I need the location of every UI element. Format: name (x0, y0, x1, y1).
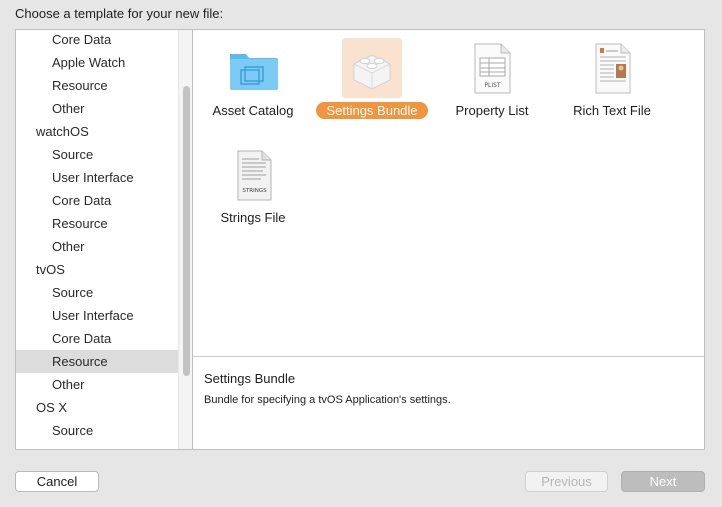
template-settings-bundle[interactable]: Settings Bundle (312, 34, 432, 130)
sidebar-item-label: Other (52, 239, 85, 254)
template-property-list[interactable]: PLIST Property List (432, 34, 552, 130)
sidebar-item-other[interactable]: Other (16, 97, 178, 120)
sidebar-item-label: Source (52, 423, 94, 438)
settings-bundle-lego-icon (342, 38, 402, 98)
plist-document-icon: PLIST (462, 38, 522, 98)
sidebar-item-label: Source (52, 147, 94, 162)
template-label: Strings File (220, 210, 286, 225)
dialog-prompt: Choose a template for your new file: (15, 6, 224, 21)
template-asset-catalog[interactable]: Asset Catalog (193, 34, 313, 130)
sidebar-item-label: User Interface (52, 308, 134, 323)
template-category-sidebar[interactable]: Core Data Apple Watch Resource Other watchOS… (15, 29, 192, 450)
sidebar-item-label: User Interface (52, 170, 134, 185)
sidebar-item-label: watchOS (36, 124, 89, 139)
sidebar-item-label: Other (52, 101, 85, 116)
sidebar-item-source[interactable]: Source (16, 143, 178, 166)
sidebar-section-os-x[interactable]: OS X (16, 396, 178, 419)
strings-icon-text: STRINGS (242, 188, 267, 194)
sidebar-item-core-data[interactable]: Core Data (16, 189, 178, 212)
sidebar-item-label: Core Data (52, 32, 112, 47)
sidebar-section-tvos[interactable]: tvOS (16, 258, 178, 281)
description-divider (193, 356, 704, 357)
template-label: Settings Bundle (312, 102, 432, 120)
category-list: Core Data Apple Watch Resource Other watchOS… (16, 30, 178, 442)
sidebar-item-label: Core Data (52, 331, 112, 346)
strings-document-icon: STRINGS (223, 145, 283, 205)
template-label: Asset Catalog (212, 103, 294, 118)
cancel-button[interactable]: Cancel (15, 471, 99, 492)
sidebar-item-label: Source (52, 285, 94, 300)
rich-text-document-icon (582, 38, 642, 98)
sidebar-item-apple-watch[interactable]: Apple Watch (16, 51, 178, 74)
sidebar-item-label: Resource (52, 354, 108, 369)
template-label: Property List (455, 103, 529, 118)
sidebar-item-label: Apple Watch (52, 55, 126, 70)
sidebar-item-label: OS X (36, 400, 68, 415)
sidebar-item-label: Resource (52, 216, 108, 231)
sidebar-item-other[interactable]: Other (16, 373, 178, 396)
sidebar-scrollbar-thumb[interactable] (183, 86, 190, 376)
next-button[interactable]: Next (621, 471, 705, 492)
sidebar-item-label: Resource (52, 78, 108, 93)
description-body: Bundle for specifying a tvOS Application… (204, 394, 451, 406)
sidebar-item-resource[interactable]: Resource (16, 74, 178, 97)
sidebar-item-source[interactable]: Source (16, 281, 178, 304)
plist-icon-text: PLIST (484, 82, 501, 89)
sidebar-item-core-data[interactable]: Core Data (16, 327, 178, 350)
sidebar-item-user-interface[interactable]: User Interface (16, 304, 178, 327)
sidebar-item-label: tvOS (36, 262, 65, 277)
template-strings-file[interactable]: STRINGS Strings File (193, 141, 313, 237)
template-panel: Asset Catalog Settings Bundle PLIST Prop… (192, 29, 705, 450)
template-label: Rich Text File (573, 103, 651, 118)
sidebar-item-user-interface[interactable]: User Interface (16, 166, 178, 189)
sidebar-item-core-data[interactable]: Core Data (16, 30, 178, 51)
sidebar-item-label: Other (52, 377, 85, 392)
sidebar-section-watchos[interactable]: watchOS (16, 120, 178, 143)
description-title: Settings Bundle (204, 371, 296, 386)
sidebar-item-other[interactable]: Other (16, 235, 178, 258)
previous-button[interactable]: Previous (525, 471, 608, 492)
sidebar-item-source[interactable]: Source (16, 419, 178, 442)
sidebar-item-resource[interactable]: Resource (16, 350, 178, 373)
template-rich-text-file[interactable]: Rich Text File (552, 34, 672, 130)
asset-catalog-folder-icon (223, 38, 283, 98)
sidebar-item-label: Core Data (52, 193, 112, 208)
sidebar-scrollbar[interactable] (178, 30, 192, 449)
sidebar-item-resource[interactable]: Resource (16, 212, 178, 235)
